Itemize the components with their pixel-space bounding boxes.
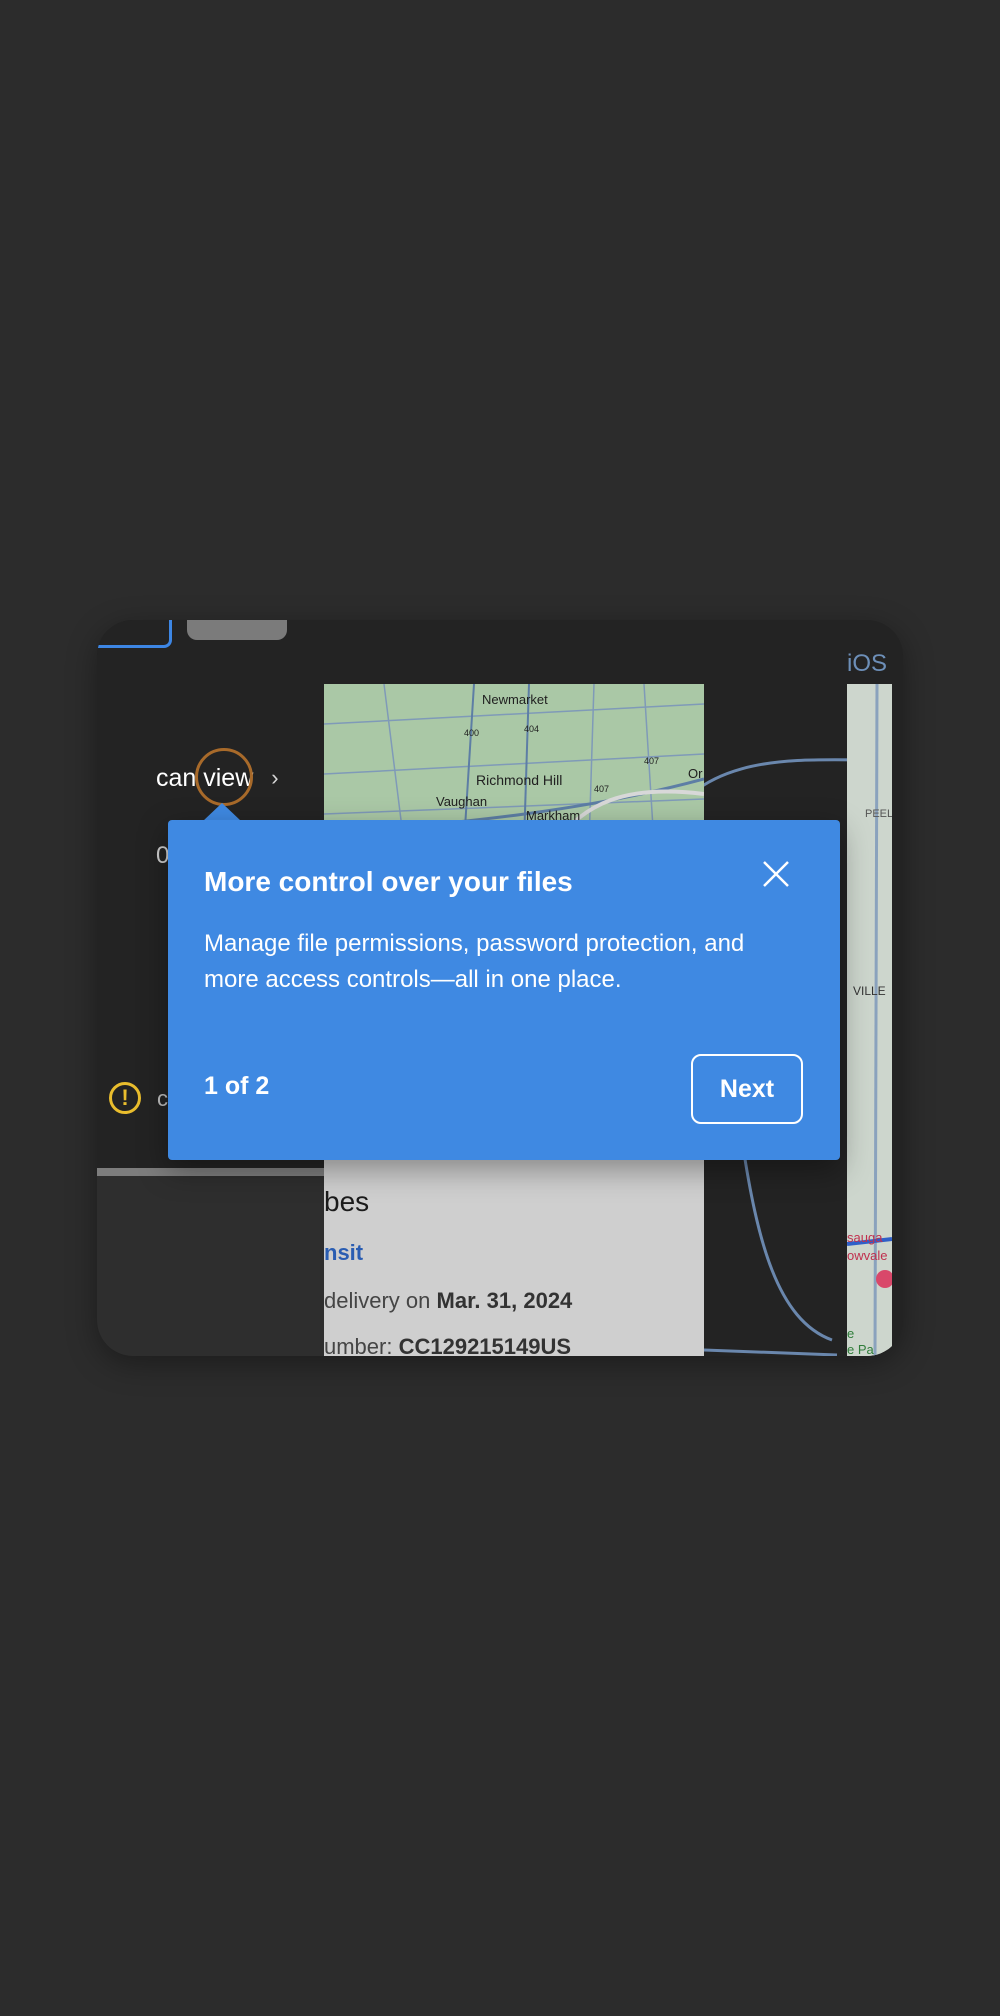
map-label: Newmarket <box>482 692 548 707</box>
tracking-number: CC129215149US <box>398 1334 572 1356</box>
map-label: sauga <box>847 1230 883 1245</box>
map-label: 404 <box>524 724 540 734</box>
delivery-line: delivery on Mar. 31, 2024 <box>324 1288 572 1314</box>
step-indicator: 1 of 2 <box>204 1072 270 1100</box>
popover-body: Manage file permissions, password protec… <box>204 930 745 993</box>
map-label: Vaughan <box>436 794 488 809</box>
close-icon[interactable] <box>758 856 794 892</box>
shipment-status-link[interactable]: nsit <box>324 1240 363 1266</box>
popover-pointer <box>203 803 241 821</box>
right-map-strip: PEEL VILLE sauga owvale e e Pa <box>847 684 892 1356</box>
shipment-details: bes nsit delivery on Mar. 31, 2024 umber… <box>324 1160 704 1356</box>
platform-label: iOS <box>847 650 888 677</box>
delivery-prefix: delivery on <box>324 1288 437 1313</box>
shipment-title: bes <box>324 1186 370 1217</box>
chevron-right-icon: › <box>271 765 279 790</box>
map-label: 407 <box>644 756 660 766</box>
warning-text: c <box>157 1086 168 1111</box>
map-label: owvale <box>847 1248 888 1263</box>
map-label: Or <box>688 766 703 781</box>
onboarding-popover: More control over your files Manage file… <box>168 820 840 1160</box>
sidebar-tab[interactable] <box>187 620 287 640</box>
map-label: PEEL <box>865 808 892 820</box>
sidebar-tab-active[interactable] <box>97 620 172 648</box>
sidebar-footer <box>97 1176 324 1356</box>
map-label: Richmond Hill <box>476 772 563 788</box>
delivery-date: Mar. 31, 2024 <box>436 1288 573 1313</box>
focus-indicator <box>195 748 253 806</box>
popover-title: More control over your files <box>204 866 573 897</box>
map-label: VILLE <box>853 984 886 998</box>
warning-icon: ! <box>109 1082 141 1114</box>
tracking-prefix: umber: <box>324 1334 399 1356</box>
map-label: e Pa <box>847 1342 874 1356</box>
tracking-line: umber: CC129215149US <box>324 1334 571 1356</box>
next-button[interactable]: Next <box>691 1054 803 1124</box>
map-label: 400 <box>464 728 480 738</box>
map-label: 407 <box>594 784 610 794</box>
map-label: e <box>847 1326 855 1341</box>
